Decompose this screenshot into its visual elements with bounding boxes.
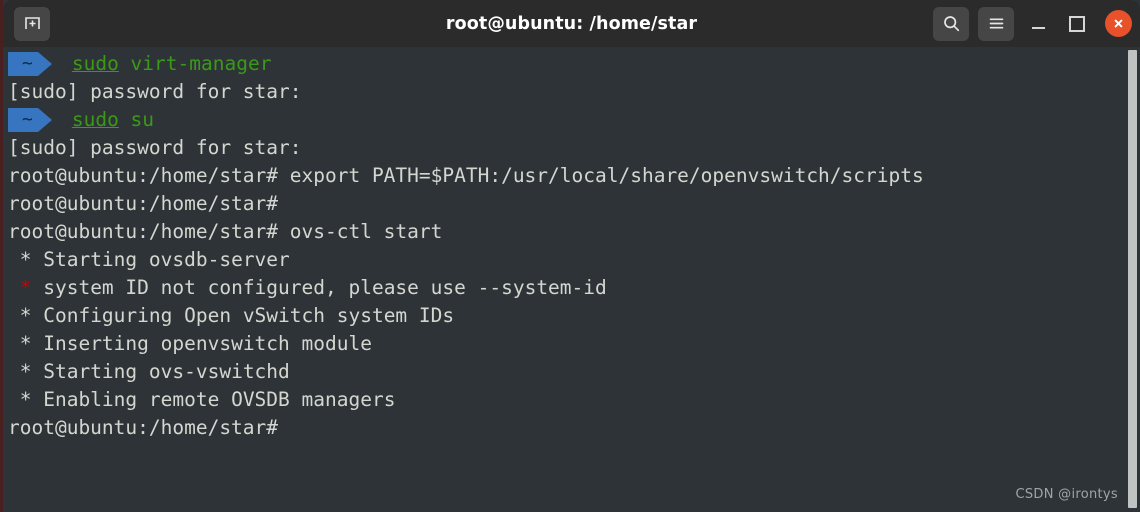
prompt-segment-label: ~ bbox=[8, 108, 38, 132]
terminal-line: * Starting ovs-vswitchd bbox=[8, 358, 1126, 386]
terminal-text: Starting ovsdb-server bbox=[43, 248, 290, 271]
terminal-line: [sudo] password for star: bbox=[8, 134, 1126, 162]
terminal-text: * bbox=[8, 276, 44, 299]
prompt-segment-label: ~ bbox=[8, 52, 38, 76]
terminal-line: * Configuring Open vSwitch system IDs bbox=[8, 302, 1126, 330]
terminal-line: * Enabling remote OVSDB managers bbox=[8, 386, 1126, 414]
terminal-text: * bbox=[8, 332, 44, 355]
terminal-text: root@ubuntu:/home/star# bbox=[8, 192, 279, 215]
title-bar: root@ubuntu: /home/star bbox=[3, 0, 1140, 47]
terminal-scrollbar[interactable] bbox=[1128, 50, 1137, 508]
terminal-text: Enabling remote OVSDB managers bbox=[43, 388, 396, 411]
prompt-arrow-icon bbox=[37, 52, 52, 76]
terminal-line: root@ubuntu:/home/star# bbox=[8, 190, 1126, 218]
terminal-line: * Inserting openvswitch module bbox=[8, 330, 1126, 358]
terminal-line: ~ sudo su bbox=[8, 106, 1126, 134]
window-controls bbox=[933, 6, 1132, 41]
terminal-body[interactable]: ~ sudo virt-manager [sudo] password for st… bbox=[3, 47, 1140, 512]
prompt-powerline: ~ bbox=[8, 108, 52, 132]
terminal-text: [sudo] password for star: bbox=[8, 136, 302, 159]
terminal-text: virt-manager bbox=[118, 52, 272, 75]
watermark: CSDN @irontys bbox=[1015, 487, 1118, 502]
hamburger-menu-icon bbox=[989, 18, 1003, 29]
search-button[interactable] bbox=[933, 6, 969, 41]
terminal-line: ~ sudo virt-manager bbox=[8, 50, 1126, 78]
maximize-button[interactable] bbox=[1062, 9, 1092, 39]
terminal-line: root@ubuntu:/home/star# export PATH=$PAT… bbox=[8, 162, 1126, 190]
terminal-text: root@ubuntu:/home/star# ovs-ctl start bbox=[8, 220, 443, 243]
terminal-text: system ID not configured, please use --s… bbox=[43, 276, 607, 299]
terminal-text: su bbox=[118, 108, 155, 131]
terminal-text: sudo bbox=[71, 108, 119, 131]
minimize-button[interactable] bbox=[1023, 9, 1053, 39]
terminal-text: Starting ovs-vswitchd bbox=[43, 360, 290, 383]
menu-button[interactable] bbox=[978, 6, 1014, 41]
new-tab-icon bbox=[24, 17, 40, 29]
terminal-text: * bbox=[8, 304, 44, 327]
terminal-text: Configuring Open vSwitch system IDs bbox=[43, 304, 455, 327]
search-icon bbox=[943, 16, 959, 32]
terminal-window: root@ubuntu: /home/star ~ sudo virt-mana… bbox=[0, 0, 1140, 512]
close-icon bbox=[1114, 19, 1123, 28]
terminal-line: [sudo] password for star: bbox=[8, 78, 1126, 106]
terminal-line: root@ubuntu:/home/star# bbox=[8, 414, 1126, 442]
terminal-line: * Starting ovsdb-server bbox=[8, 246, 1126, 274]
terminal-output: ~ sudo virt-manager [sudo] password for st… bbox=[8, 50, 1126, 442]
terminal-line: root@ubuntu:/home/star# ovs-ctl start bbox=[8, 218, 1126, 246]
terminal-text: * bbox=[8, 248, 44, 271]
new-tab-button[interactable] bbox=[14, 6, 50, 41]
terminal-text: * bbox=[8, 360, 44, 383]
terminal-line: * system ID not configured, please use -… bbox=[8, 274, 1126, 302]
terminal-text: root@ubuntu:/home/star# export PATH=$PAT… bbox=[8, 164, 924, 187]
terminal-text: * bbox=[8, 388, 44, 411]
terminal-text: sudo bbox=[71, 52, 119, 75]
prompt-arrow-icon bbox=[37, 108, 52, 132]
terminal-text: [sudo] password for star: bbox=[8, 80, 302, 103]
close-button[interactable] bbox=[1105, 10, 1132, 37]
prompt-powerline: ~ bbox=[8, 52, 52, 76]
terminal-text: root@ubuntu:/home/star# bbox=[8, 416, 279, 439]
terminal-text: Inserting openvswitch module bbox=[43, 332, 372, 355]
